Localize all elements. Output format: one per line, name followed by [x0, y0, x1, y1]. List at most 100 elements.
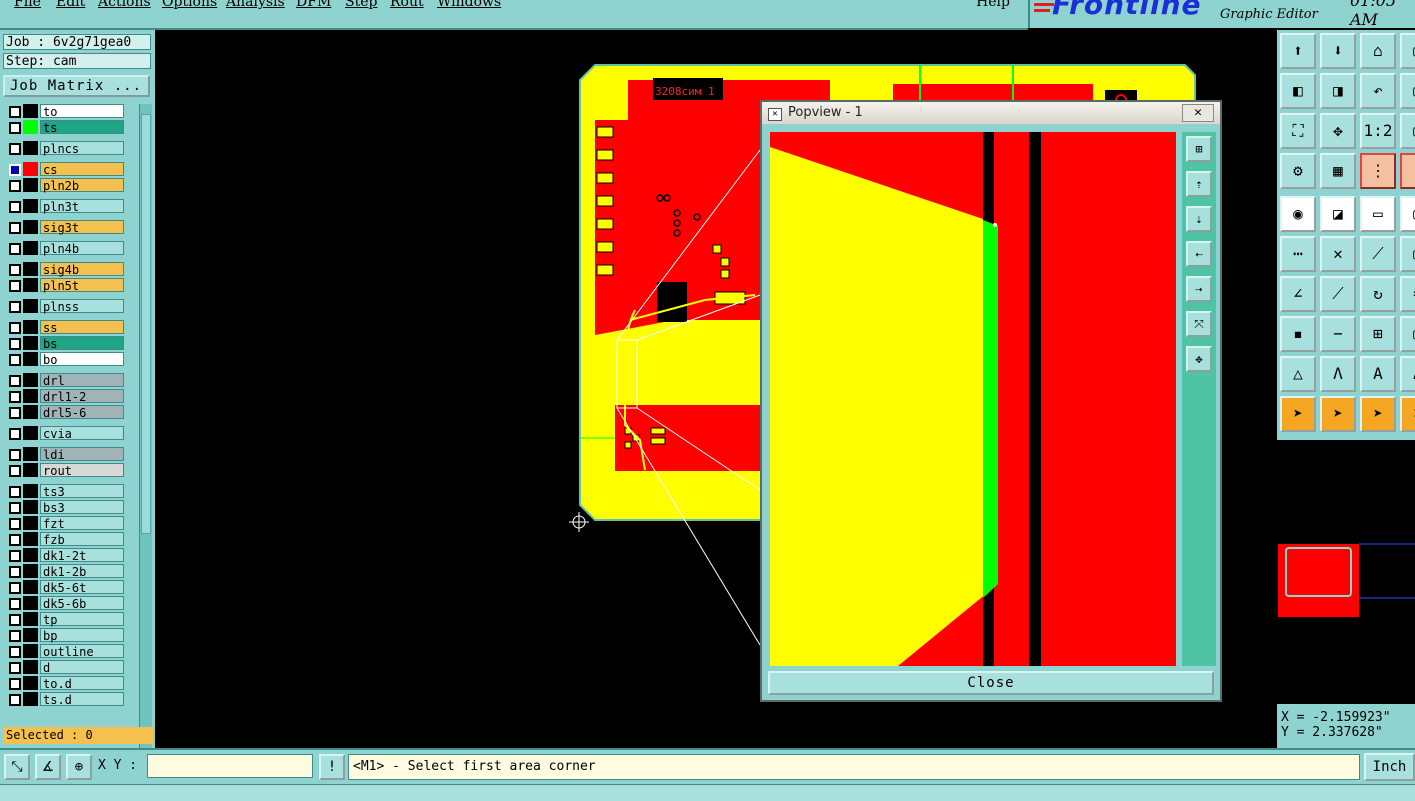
pan-right-icon[interactable]: ◨: [1320, 73, 1356, 109]
layer-color-swatch[interactable]: [23, 162, 38, 176]
page-icon[interactable]: ▢: [1400, 33, 1415, 69]
view-icon[interactable]: ▢: [1400, 73, 1415, 109]
layer-row-fzb[interactable]: fzb: [3, 532, 128, 547]
layer-color-swatch[interactable]: [23, 612, 38, 626]
layer-name[interactable]: ldi: [40, 447, 124, 462]
layer-checkbox[interactable]: [9, 518, 21, 530]
popview-canvas[interactable]: [770, 132, 1176, 666]
layer-checkbox[interactable]: [9, 143, 21, 155]
layer-color-swatch[interactable]: [23, 532, 38, 546]
zoom-in-icon[interactable]: ✥: [1186, 346, 1212, 372]
pan-down-icon[interactable]: ⇣: [1186, 206, 1212, 232]
pad-icon[interactable]: ▪: [1280, 316, 1316, 352]
layer-color-swatch[interactable]: [23, 241, 38, 255]
connect-icon[interactable]: ⋯: [1280, 236, 1316, 272]
layer-row-dk1-2b[interactable]: dk1-2b: [3, 564, 128, 579]
zoom-home-icon[interactable]: ⬆: [1280, 33, 1316, 69]
layer-checkbox[interactable]: [9, 407, 21, 419]
edit-icon[interactable]: =: [1400, 276, 1415, 312]
layer-name[interactable]: ss: [40, 320, 124, 335]
layer-name[interactable]: fzb: [40, 532, 124, 547]
menu-step[interactable]: Step: [345, 0, 377, 10]
line-icon[interactable]: ⟋: [1360, 236, 1396, 272]
layer-name[interactable]: drl5-6: [40, 405, 124, 420]
measure-point-icon[interactable]: ◉: [1280, 196, 1316, 232]
layer-color-swatch[interactable]: [23, 199, 38, 213]
layer-row-rout[interactable]: rout: [3, 463, 128, 478]
layer-color-swatch[interactable]: [23, 104, 38, 118]
menu-rout[interactable]: Rout: [390, 0, 424, 10]
layer-row-plncs[interactable]: plncs: [3, 141, 128, 156]
layer-row-to[interactable]: to: [3, 104, 128, 119]
layer-color-swatch[interactable]: [23, 389, 38, 403]
layer-name[interactable]: dk5-6b: [40, 596, 124, 611]
layer-checkbox[interactable]: [9, 354, 21, 366]
layer-checkbox[interactable]: [9, 428, 21, 440]
layer-row-tp[interactable]: tp: [3, 612, 128, 627]
layer-row-outline[interactable]: outline: [3, 644, 128, 659]
menu-edit[interactable]: Edit: [56, 0, 85, 10]
layer-color-swatch[interactable]: [23, 484, 38, 498]
rotate-icon[interactable]: ↻: [1360, 276, 1396, 312]
layer-name[interactable]: fzt: [40, 516, 124, 531]
layer-color-swatch[interactable]: [23, 336, 38, 350]
layer-checkbox[interactable]: [9, 614, 21, 626]
layer-row-dk5-6t[interactable]: dk5-6t: [3, 580, 128, 595]
layer-color-swatch[interactable]: [23, 405, 38, 419]
alert-icon[interactable]: !: [319, 754, 345, 780]
layer-name[interactable]: cvia: [40, 426, 124, 441]
layer-checkbox[interactable]: [9, 122, 21, 134]
layer-color-swatch[interactable]: [23, 120, 38, 134]
pan-up-icon[interactable]: ⇡: [1186, 171, 1212, 197]
layer-name[interactable]: bo: [40, 352, 124, 367]
resize-icon[interactable]: ⤡: [4, 754, 30, 780]
layer-checkbox[interactable]: [9, 280, 21, 292]
layer-row-drl5-6[interactable]: drl5-6: [3, 405, 128, 420]
layer-checkbox[interactable]: [9, 534, 21, 546]
slash-icon[interactable]: ⟋: [1320, 276, 1356, 312]
layer-checkbox[interactable]: [9, 566, 21, 578]
layer-row-dk1-2t[interactable]: dk1-2t: [3, 548, 128, 563]
pointer-icon[interactable]: ➤: [1280, 396, 1316, 432]
menu-help[interactable]: Help: [976, 0, 1010, 10]
layer-color-swatch[interactable]: [23, 692, 38, 706]
layer-name[interactable]: bp: [40, 628, 124, 643]
layer-checkbox[interactable]: [9, 264, 21, 276]
layer-row-sig4b[interactable]: sig4b: [3, 262, 128, 277]
layer-row-plnss[interactable]: plnss: [3, 299, 128, 314]
layer-scrollbar[interactable]: [139, 104, 152, 750]
settings-icon[interactable]: ⚙: [1280, 153, 1316, 189]
triangle-icon[interactable]: △: [1280, 356, 1316, 392]
fit-icon[interactable]: ⛶: [1280, 113, 1316, 149]
scale-1-2-icon[interactable]: 1:2: [1360, 113, 1396, 149]
menu-actions[interactable]: Actions: [98, 0, 151, 10]
pointer-icon[interactable]: ➤: [1400, 396, 1415, 432]
layer-row-bp[interactable]: bp: [3, 628, 128, 643]
layer-color-swatch[interactable]: [23, 580, 38, 594]
measure-line-icon[interactable]: ◪: [1320, 196, 1356, 232]
view-icon[interactable]: ▢: [1400, 113, 1415, 149]
layer-checkbox[interactable]: [9, 662, 21, 674]
layer-checkbox[interactable]: [9, 486, 21, 498]
minus-icon[interactable]: −: [1320, 316, 1356, 352]
layer-row-ts[interactable]: ts: [3, 120, 128, 135]
layer-name[interactable]: rout: [40, 463, 124, 478]
layer-name[interactable]: tp: [40, 612, 124, 627]
layer-name[interactable]: drl: [40, 373, 124, 388]
pan-right-icon[interactable]: ⇢: [1186, 276, 1212, 302]
layer-row-bo[interactable]: bo: [3, 352, 128, 367]
layer-color-swatch[interactable]: [23, 516, 38, 530]
layer-color-swatch[interactable]: [23, 426, 38, 440]
measure-icon[interactable]: ▢: [1400, 196, 1415, 232]
layer-checkbox[interactable]: [9, 550, 21, 562]
layer-name[interactable]: sig3t: [40, 220, 124, 235]
layer-checkbox[interactable]: [9, 180, 21, 192]
snap-icon[interactable]: ⋮: [1360, 153, 1396, 189]
layer-name[interactable]: cs: [40, 162, 124, 177]
layer-color-swatch[interactable]: [23, 463, 38, 477]
layer-color-swatch[interactable]: [23, 596, 38, 610]
layer-checkbox[interactable]: [9, 391, 21, 403]
menu-file[interactable]: File: [14, 0, 41, 10]
layer-name[interactable]: to: [40, 104, 124, 119]
center-icon[interactable]: ✥: [1320, 113, 1356, 149]
